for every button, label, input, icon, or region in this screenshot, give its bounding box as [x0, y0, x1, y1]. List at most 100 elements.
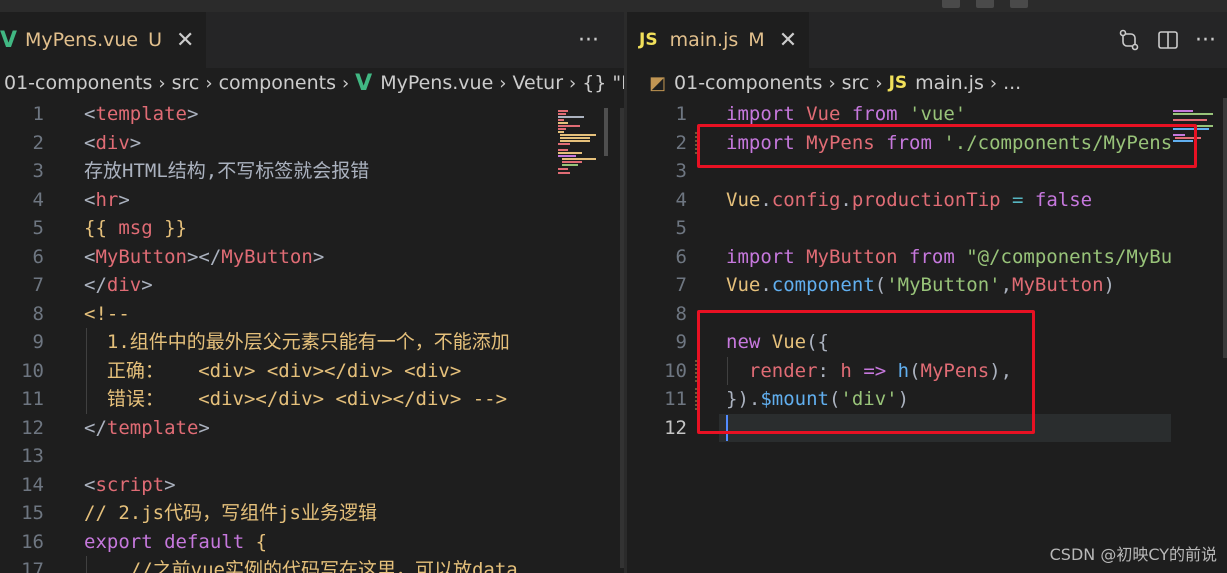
line-number[interactable]: 17 [0, 556, 44, 573]
line-number[interactable]: 10 [0, 357, 44, 386]
line-number[interactable]: 1 [627, 100, 687, 129]
scrollbar[interactable] [1223, 98, 1227, 358]
code-token: . [760, 274, 772, 296]
window-control[interactable] [942, 0, 960, 8]
line-number[interactable]: 12 [627, 414, 687, 443]
line-number[interactable]: 16 [0, 528, 44, 557]
line-number[interactable]: 3 [627, 157, 687, 186]
breadcrumb-item[interactable]: components [219, 72, 336, 94]
line-number[interactable]: 2 [627, 129, 687, 158]
line-number[interactable]: 6 [627, 243, 687, 272]
scrollbar[interactable] [604, 108, 608, 156]
code-line[interactable]: 14 <script> [0, 471, 624, 500]
js-file-icon: JS [639, 30, 658, 50]
breadcrumb-item[interactable]: src [172, 72, 200, 94]
breadcrumb-item[interactable]: ... [1003, 72, 1021, 94]
line-number[interactable]: 11 [0, 385, 44, 414]
line-number[interactable]: 4 [0, 186, 44, 215]
window-control[interactable] [1010, 0, 1028, 8]
minimap[interactable] [558, 108, 608, 188]
line-number[interactable]: 1 [0, 100, 44, 129]
close-icon[interactable]: ✕ [779, 28, 797, 53]
line-number[interactable]: 12 [0, 414, 44, 443]
code-token: < [84, 473, 96, 496]
breadcrumb-item[interactable]: MyPens.vue [380, 72, 493, 94]
code-line[interactable]: 10 正确： <div> <div></div> <div> [0, 357, 624, 386]
code-line[interactable]: 5 [627, 214, 1227, 243]
line-number[interactable]: 13 [0, 442, 44, 471]
minimap-line [558, 110, 568, 112]
line-number[interactable]: 9 [627, 328, 687, 357]
line-number[interactable]: 7 [627, 271, 687, 300]
line-number[interactable]: 14 [0, 471, 44, 500]
breadcrumb-item[interactable]: src [842, 72, 870, 94]
line-number[interactable]: 8 [627, 300, 687, 329]
code-line[interactable]: 1 <template> [0, 100, 624, 129]
line-number[interactable]: 3 [0, 157, 44, 186]
minimap-line [558, 119, 564, 121]
breadcrumb-item[interactable]: Vetur [512, 72, 563, 94]
code-line[interactable]: 12 </template> [0, 414, 624, 443]
code-line[interactable]: 4 <hr> [0, 186, 624, 215]
code-line[interactable]: 7 Vue.component('MyButton',MyButton) [627, 271, 1227, 300]
breadcrumb-item[interactable]: main.js [915, 72, 984, 94]
breadcrumb-item[interactable]: {} "M [582, 72, 624, 94]
minimap-line [562, 158, 596, 160]
code-token: MyButton [1012, 274, 1104, 296]
line-number[interactable]: 6 [0, 243, 44, 272]
code-line[interactable]: 15 // 2.js代码，写组件js业务逻辑 [0, 499, 624, 528]
left-editor-group: V MyPens.vue U ✕ ··· 01-components › src › c… [0, 12, 624, 573]
minimap-line [558, 128, 566, 130]
code-line[interactable]: 8 <!-- [0, 300, 624, 329]
code-line[interactable]: 13 [0, 442, 624, 471]
left-tab-actions: ··· [578, 12, 599, 68]
code-token: > [141, 274, 153, 296]
code-line[interactable]: 9 1.组件中的最外层父元素只能有一个，不能添加 [0, 328, 624, 357]
code-line[interactable]: 7 </div> [0, 271, 624, 300]
more-actions-icon[interactable]: ··· [1195, 28, 1216, 53]
breadcrumb: ◩ 01-components › src › JS main.js ›... [649, 68, 1227, 98]
code-token: > [312, 245, 325, 268]
more-actions-icon[interactable]: ··· [578, 28, 599, 53]
split-editor-icon[interactable] [1157, 29, 1179, 51]
line-number[interactable]: 5 [0, 214, 44, 243]
line-number[interactable]: 7 [0, 271, 44, 300]
minimap-line [560, 137, 590, 139]
code-token: < [84, 188, 96, 211]
code-text: <template> [84, 100, 198, 129]
code-line[interactable]: 17 //之前vue实例的代码写在这里，可以放data [0, 556, 624, 573]
code-line[interactable]: 3 存放HTML结构,不写标签就会报错 [0, 157, 624, 186]
compare-changes-icon[interactable] [1117, 28, 1141, 52]
line-number[interactable]: 9 [0, 328, 44, 357]
code-line[interactable]: 4 Vue.config.productionTip = false [627, 186, 1227, 215]
code-line[interactable]: 11 错误： <div></div> <div></div> --> [0, 385, 624, 414]
close-icon[interactable]: ✕ [176, 28, 194, 53]
line-number[interactable]: 4 [627, 186, 687, 215]
left-code-editor[interactable]: 1 <template> 2 <div> 3 存放HTML结构,不写标签就会报错 4 <hr>… [0, 100, 624, 573]
modified-badge: M [748, 29, 765, 51]
right-editor-group: JS main.js M ✕ ··· ◩ 01-components › src › JS… [627, 12, 1227, 573]
code-token: < [84, 131, 96, 154]
line-number[interactable]: 11 [627, 385, 687, 414]
minimap-line [558, 131, 564, 133]
line-number[interactable]: 2 [0, 129, 44, 158]
line-number[interactable]: 10 [627, 357, 687, 386]
code-token: = [1012, 188, 1035, 211]
code-token: // 2.js代码，写组件js业务逻辑 [84, 502, 377, 524]
tab-mypens-vue[interactable]: V MyPens.vue U ✕ [0, 12, 207, 68]
code-token: //之前vue实例的代码写在这里，可以放data [84, 559, 518, 573]
minimap-line [1173, 113, 1213, 115]
window-control[interactable] [976, 0, 994, 8]
code-line[interactable]: 2 <div> [0, 129, 624, 158]
breadcrumb-item[interactable]: 01-components [674, 72, 822, 94]
code-line[interactable]: 6 import MyButton from "@/components/MyBu [627, 243, 1227, 272]
line-number[interactable]: 8 [0, 300, 44, 329]
line-number[interactable]: 5 [627, 214, 687, 243]
tab-main-js[interactable]: JS main.js M ✕ [627, 12, 810, 68]
code-line[interactable]: 5 {{ msg }} [0, 214, 624, 243]
breadcrumb-item[interactable]: 01-components [4, 72, 152, 94]
code-text: <hr> [84, 186, 130, 215]
code-line[interactable]: 6 <MyButton></MyButton> [0, 243, 624, 272]
line-number[interactable]: 15 [0, 499, 44, 528]
code-line[interactable]: 16 export default { [0, 528, 624, 557]
